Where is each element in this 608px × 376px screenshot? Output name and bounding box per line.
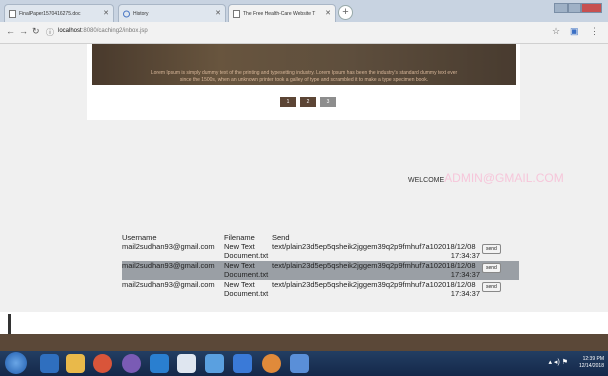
header-username: Username: [122, 233, 157, 242]
header-filename: Filename: [224, 233, 255, 242]
page-icon: [233, 10, 240, 18]
send-button[interactable]: send: [482, 282, 501, 292]
table-header: Username Filename Send: [122, 233, 519, 242]
folder-icon[interactable]: [66, 354, 85, 373]
send-value: text/plain23d5ep5qsheik2jggem39q2p9fmhuf…: [272, 280, 476, 289]
banner-image: Lorem Ipsum is simply dummy text of the …: [92, 44, 516, 85]
document-icon: [9, 10, 16, 18]
welcome-message: WELCOMEADMIN@GMAIL.COM: [408, 171, 564, 185]
back-arrow-icon[interactable]: ←: [6, 26, 15, 36]
url-host: localhost: [58, 28, 82, 34]
menu-icon[interactable]: ⋮: [590, 26, 599, 37]
close-icon[interactable]: ✕: [215, 9, 221, 17]
browser-tab-bar: FinalPaper1570416275.doc ✕ History ✕ The…: [0, 0, 608, 22]
welcome-label: WELCOME: [408, 177, 445, 184]
page-content: Lorem Ipsum is simply dummy text of the …: [0, 44, 608, 352]
app-icon[interactable]: [122, 354, 141, 373]
history-icon: [123, 10, 130, 18]
url-path: :8080/caching2/inbox.jsp: [81, 28, 148, 34]
cell-filename: New Text Document.txt: [224, 261, 269, 279]
clock-time: 12:39 PM: [582, 356, 604, 362]
maximize-button[interactable]: [567, 3, 582, 13]
clock-date: 12/14/2018: [578, 363, 604, 369]
send-time: 17:34:37: [450, 270, 480, 279]
cell-send: text/plain23d5ep5qsheik2jggem39q2p9fmhuf…: [272, 242, 480, 261]
ie-icon[interactable]: [40, 354, 59, 373]
settings-icon[interactable]: [262, 354, 281, 373]
cell-filename: New Text Document.txt: [224, 242, 269, 260]
tab-finalpaper[interactable]: FinalPaper1570416275.doc ✕: [4, 4, 114, 22]
send-value: text/plain23d5ep5qsheik2jggem39q2p9fmhuf…: [272, 242, 476, 251]
cell-filename: New Text Document.txt: [224, 280, 269, 298]
tab-label: The Free Health-Care Website T: [243, 11, 316, 17]
chrome-icon[interactable]: [93, 354, 112, 373]
notepad-icon[interactable]: [177, 354, 196, 373]
page-3-button[interactable]: 3: [320, 97, 336, 107]
close-icon[interactable]: ✕: [103, 9, 109, 17]
welcome-email: ADMIN@GMAIL.COM: [444, 171, 564, 185]
banner-text-line2: since the 1500s, when an unknown printer…: [179, 77, 429, 83]
page-footer: [0, 334, 608, 351]
window-icon[interactable]: [233, 354, 252, 373]
cell-send: text/plain23d5ep5qsheik2jggem39q2p9fmhuf…: [272, 261, 480, 280]
close-window-button[interactable]: [581, 3, 603, 13]
info-icon[interactable]: ⓘ: [46, 27, 54, 38]
extension-icon[interactable]: ▣: [570, 26, 579, 37]
url-field[interactable]: localhost:8080/caching2/inbox.jsp: [58, 28, 148, 34]
tab-health-care[interactable]: The Free Health-Care Website T ✕: [228, 4, 336, 22]
system-tray-icons[interactable]: ▴ ◂) ⚑: [548, 358, 568, 366]
send-time: 17:34:37: [450, 289, 480, 298]
new-tab-button[interactable]: +: [338, 5, 353, 20]
forward-arrow-icon[interactable]: →: [19, 26, 28, 36]
cell-username: mail2sudhan93@gmail.com: [122, 280, 215, 289]
screen-icon[interactable]: [290, 354, 309, 373]
minimize-button[interactable]: [554, 3, 568, 13]
cell-username: mail2sudhan93@gmail.com: [122, 261, 215, 270]
cell-username: mail2sudhan93@gmail.com: [122, 242, 215, 251]
page-1-button[interactable]: 1: [280, 97, 296, 107]
pen-icon[interactable]: [205, 354, 224, 373]
tab-history[interactable]: History ✕: [118, 4, 226, 22]
page-2-button[interactable]: 2: [300, 97, 316, 107]
table-row: mail2sudhan93@gmail.com New Text Documen…: [122, 242, 519, 261]
pagination: 1 2 3: [280, 97, 336, 107]
start-button[interactable]: [5, 352, 27, 374]
send-button[interactable]: send: [482, 244, 501, 254]
header-send: Send: [272, 233, 290, 242]
cell-send: text/plain23d5ep5qsheik2jggem39q2p9fmhuf…: [272, 280, 480, 299]
tab-label: History: [133, 11, 149, 17]
send-value: text/plain23d5ep5qsheik2jggem39q2p9fmhuf…: [272, 261, 476, 270]
reload-icon[interactable]: ↻: [32, 26, 40, 37]
inbox-table: Username Filename Send mail2sudhan93@gma…: [122, 233, 519, 299]
table-row: mail2sudhan93@gmail.com New Text Documen…: [122, 280, 519, 299]
tab-label: FinalPaper1570416275.doc: [19, 11, 81, 17]
close-icon[interactable]: ✕: [325, 9, 331, 17]
clock[interactable]: 12:39 PM 12/14/2018: [579, 356, 604, 370]
window-controls: [554, 3, 603, 13]
media-icon[interactable]: [150, 354, 169, 373]
send-time: 17:34:37: [450, 251, 480, 260]
star-icon[interactable]: ☆: [552, 26, 560, 37]
banner-text-line1: Lorem Ipsum is simply dummy text of the …: [150, 70, 458, 76]
table-row: mail2sudhan93@gmail.com New Text Documen…: [122, 261, 519, 280]
taskbar: ▴ ◂) ⚑ 12:39 PM 12/14/2018: [0, 351, 608, 376]
address-bar: ← → ↻ ⓘ localhost:8080/caching2/inbox.js…: [0, 22, 608, 44]
send-button[interactable]: send: [482, 263, 501, 273]
